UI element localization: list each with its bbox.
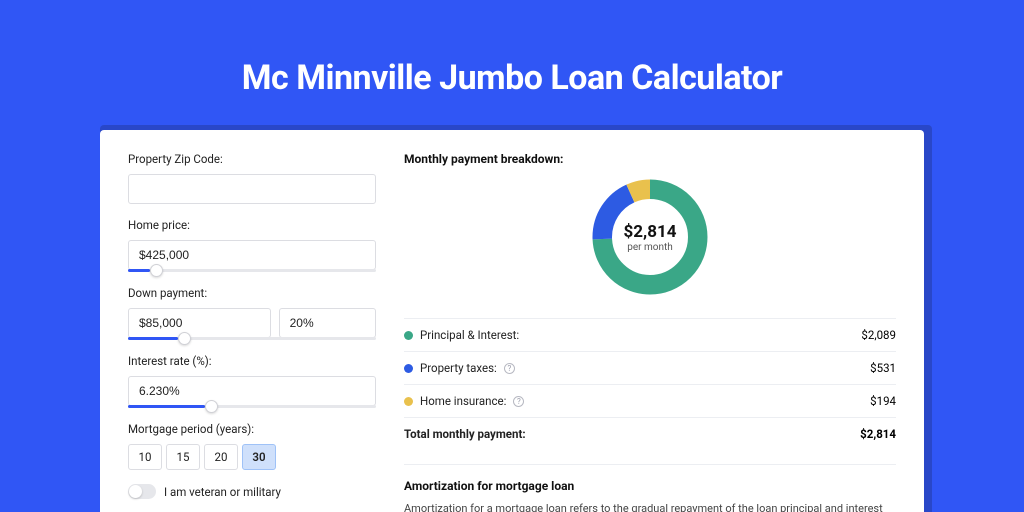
rate-slider[interactable] [128, 405, 376, 408]
zip-label: Property Zip Code: [128, 152, 376, 166]
zip-group: Property Zip Code: [128, 152, 376, 204]
down-label: Down payment: [128, 286, 376, 300]
line-label: Property taxes: [420, 361, 497, 375]
zip-input[interactable] [128, 174, 376, 204]
period-group: Mortgage period (years): 10 15 20 30 [128, 422, 376, 470]
breakdown-title: Monthly payment breakdown: [404, 152, 896, 166]
donut-wrap: $2,814 per month [404, 174, 896, 300]
page-title: Mc Minnville Jumbo Loan Calculator [0, 0, 1024, 98]
price-slider-thumb[interactable] [150, 264, 163, 277]
line-principal: Principal & Interest: $2,089 [404, 318, 896, 351]
down-group: Down payment: [128, 286, 376, 340]
donut-center-sub: per month [627, 242, 673, 253]
period-label: Mortgage period (years): [128, 422, 376, 436]
dot-icon [404, 397, 413, 406]
total-value: $2,814 [860, 427, 896, 441]
amortization-section: Amortization for mortgage loan Amortizat… [404, 464, 896, 512]
period-buttons: 10 15 20 30 [128, 444, 376, 470]
price-label: Home price: [128, 218, 376, 232]
line-value: $194 [870, 394, 896, 408]
line-label: Principal & Interest: [420, 328, 519, 342]
payment-donut-chart: $2,814 per month [587, 174, 713, 300]
amortization-title: Amortization for mortgage loan [404, 479, 896, 493]
rate-group: Interest rate (%): [128, 354, 376, 408]
down-slider[interactable] [128, 337, 376, 340]
period-10-button[interactable]: 10 [128, 444, 162, 470]
amortization-body: Amortization for a mortgage loan refers … [404, 501, 896, 512]
down-amount-input[interactable] [128, 308, 271, 338]
price-slider[interactable] [128, 269, 376, 272]
veteran-row: I am veteran or military [128, 484, 376, 499]
period-15-button[interactable]: 15 [166, 444, 200, 470]
line-label: Home insurance: [420, 394, 506, 408]
total-label: Total monthly payment: [404, 427, 526, 441]
form-panel: Property Zip Code: Home price: Down paym… [128, 152, 376, 508]
price-group: Home price: [128, 218, 376, 272]
breakdown-panel: Monthly payment breakdown: $2,814 per mo… [404, 152, 896, 508]
down-slider-thumb[interactable] [178, 332, 191, 345]
rate-label: Interest rate (%): [128, 354, 376, 368]
line-taxes: Property taxes: ? $531 [404, 351, 896, 384]
down-percent-input[interactable] [279, 308, 376, 338]
rate-input[interactable] [128, 376, 376, 406]
period-30-button[interactable]: 30 [242, 444, 276, 470]
donut-center-value: $2,814 [624, 222, 677, 242]
line-total: Total monthly payment: $2,814 [404, 417, 896, 450]
info-icon[interactable]: ? [504, 363, 515, 374]
calculator-card: Property Zip Code: Home price: Down paym… [100, 130, 924, 512]
veteran-label: I am veteran or military [164, 485, 281, 499]
period-20-button[interactable]: 20 [204, 444, 238, 470]
veteran-toggle[interactable] [128, 484, 156, 499]
dot-icon [404, 331, 413, 340]
line-value: $2,089 [861, 328, 896, 342]
info-icon[interactable]: ? [513, 396, 524, 407]
dot-icon [404, 364, 413, 373]
price-input[interactable] [128, 240, 376, 270]
line-insurance: Home insurance: ? $194 [404, 384, 896, 417]
rate-slider-thumb[interactable] [205, 400, 218, 413]
line-value: $531 [870, 361, 896, 375]
